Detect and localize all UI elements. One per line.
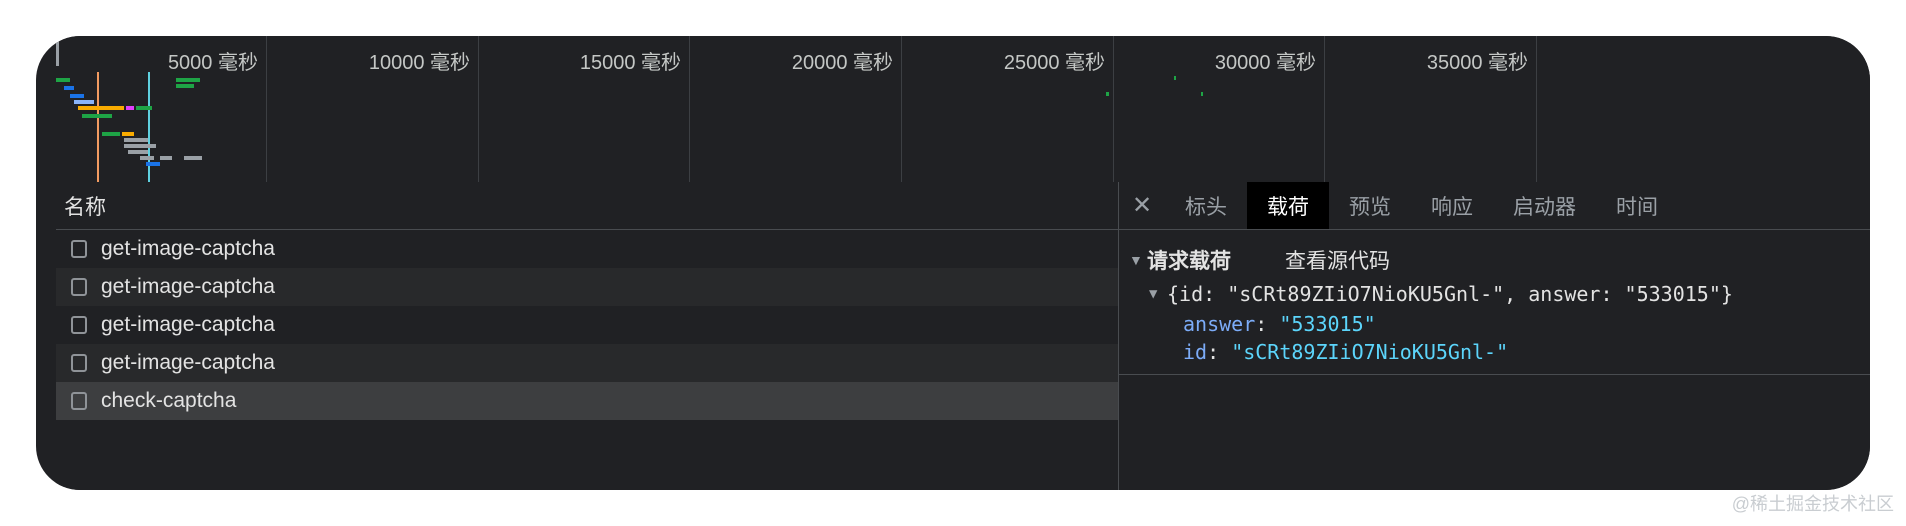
tick-label: 10000 毫秒 xyxy=(368,52,470,74)
waterfall-bar xyxy=(122,132,134,136)
waterfall-bar xyxy=(184,156,202,160)
waterfall-bar xyxy=(1106,92,1109,96)
request-name: get-image-captcha xyxy=(101,351,275,374)
network-overview[interactable]: 5000 毫秒 10000 毫秒 15000 毫秒 20000 毫秒 25000… xyxy=(56,36,1870,183)
tick-line xyxy=(689,36,690,182)
section-title: 请求载荷 xyxy=(1147,250,1231,273)
request-row[interactable]: get-image-captcha xyxy=(56,230,1118,268)
waterfall-bar xyxy=(176,84,194,88)
waterfall-bar xyxy=(70,94,84,98)
tick-line xyxy=(1324,36,1325,182)
property-key: id xyxy=(1183,340,1208,364)
close-icon[interactable]: ✕ xyxy=(1119,182,1165,229)
waterfall-bar xyxy=(160,156,172,160)
property-value: "sCRt89ZIiO7NioKU5Gnl-" xyxy=(1231,340,1509,364)
devtools-network-panel: 5000 毫秒 10000 毫秒 15000 毫秒 20000 毫秒 25000… xyxy=(36,36,1870,490)
waterfall-bar xyxy=(124,138,148,142)
tab-payload[interactable]: 载荷 xyxy=(1247,182,1329,229)
property-key: answer xyxy=(1183,312,1256,336)
section-divider xyxy=(1119,374,1870,375)
request-name: check-captcha xyxy=(101,389,237,412)
tick-label: 35000 毫秒 xyxy=(1426,52,1528,74)
request-row[interactable]: get-image-captcha xyxy=(56,268,1118,306)
tick-line xyxy=(266,36,267,182)
waterfall-bar xyxy=(1174,76,1176,80)
request-detail-panel: ✕ 标头 载荷 预览 响应 启动器 时间 ▼ 请求载荷 查看源代码 ▼ {id:… xyxy=(1119,182,1870,490)
row-checkbox[interactable] xyxy=(71,354,87,372)
waterfall-bar xyxy=(140,156,154,160)
property-value: "533015" xyxy=(1279,312,1376,336)
tab-initiator[interactable]: 启动器 xyxy=(1493,182,1596,229)
request-row-selected[interactable]: check-captcha xyxy=(56,382,1118,420)
request-name: get-image-captcha xyxy=(101,237,275,260)
waterfall-bar xyxy=(64,86,74,90)
tick-label: 15000 毫秒 xyxy=(579,52,681,74)
tab-headers[interactable]: 标头 xyxy=(1165,182,1247,229)
request-payload-section[interactable]: ▼ 请求载荷 查看源代码 xyxy=(1119,242,1870,278)
waterfall-bar xyxy=(78,106,124,110)
payload-property[interactable]: answer: "533015" xyxy=(1119,310,1870,338)
payload-object-summary[interactable]: ▼ {id: "sCRt89ZIiO7NioKU5Gnl-", answer: … xyxy=(1119,278,1870,310)
watermark: @稀土掘金技术社区 xyxy=(1731,494,1894,514)
waterfall-bar xyxy=(136,106,152,110)
row-checkbox[interactable] xyxy=(71,240,87,258)
detail-tabs: ✕ 标头 载荷 预览 响应 启动器 时间 xyxy=(1119,182,1870,230)
row-checkbox[interactable] xyxy=(71,278,87,296)
tick-label: 5000 毫秒 xyxy=(167,52,258,74)
view-source-link[interactable]: 查看源代码 xyxy=(1285,245,1390,275)
waterfall-bar xyxy=(82,114,112,118)
waterfall-bar xyxy=(56,78,70,82)
waterfall-bar xyxy=(1201,92,1203,96)
name-column-header[interactable]: 名称 xyxy=(56,182,1118,230)
tab-timing[interactable]: 时间 xyxy=(1596,182,1678,229)
tick-line xyxy=(478,36,479,182)
waterfall-bar xyxy=(102,132,120,136)
payload-content: ▼ 请求载荷 查看源代码 ▼ {id: "sCRt89ZIiO7NioKU5Gn… xyxy=(1119,230,1870,375)
tick-label: 30000 毫秒 xyxy=(1214,52,1316,74)
tick-line xyxy=(1113,36,1114,182)
request-row[interactable]: get-image-captcha xyxy=(56,306,1118,344)
payload-property[interactable]: id: "sCRt89ZIiO7NioKU5Gnl-" xyxy=(1119,338,1870,366)
waterfall-bar xyxy=(128,150,148,154)
triangle-down-icon[interactable]: ▼ xyxy=(1129,252,1143,268)
tick-line xyxy=(901,36,902,182)
waterfall-bar xyxy=(74,100,94,104)
object-summary-text: {id: "sCRt89ZIiO7NioKU5Gnl-", answer: "5… xyxy=(1167,282,1733,306)
request-name: get-image-captcha xyxy=(101,275,275,298)
waterfall-bar xyxy=(124,144,156,148)
tick-label: 20000 毫秒 xyxy=(791,52,893,74)
row-checkbox[interactable] xyxy=(71,316,87,334)
request-list: 名称 get-image-captcha get-image-captcha g… xyxy=(56,182,1119,490)
waterfall-bar xyxy=(146,162,160,166)
tab-response[interactable]: 响应 xyxy=(1411,182,1493,229)
request-name: get-image-captcha xyxy=(101,313,275,336)
waterfall-bar xyxy=(176,78,200,82)
waterfall-bar xyxy=(126,106,134,110)
tab-preview[interactable]: 预览 xyxy=(1329,182,1411,229)
tick-label: 25000 毫秒 xyxy=(1003,52,1105,74)
tick-line xyxy=(1536,36,1537,182)
triangle-down-icon[interactable]: ▼ xyxy=(1149,286,1163,302)
dom-content-loaded-line xyxy=(97,72,99,182)
request-row[interactable]: get-image-captcha xyxy=(56,344,1118,382)
row-checkbox[interactable] xyxy=(71,392,87,410)
